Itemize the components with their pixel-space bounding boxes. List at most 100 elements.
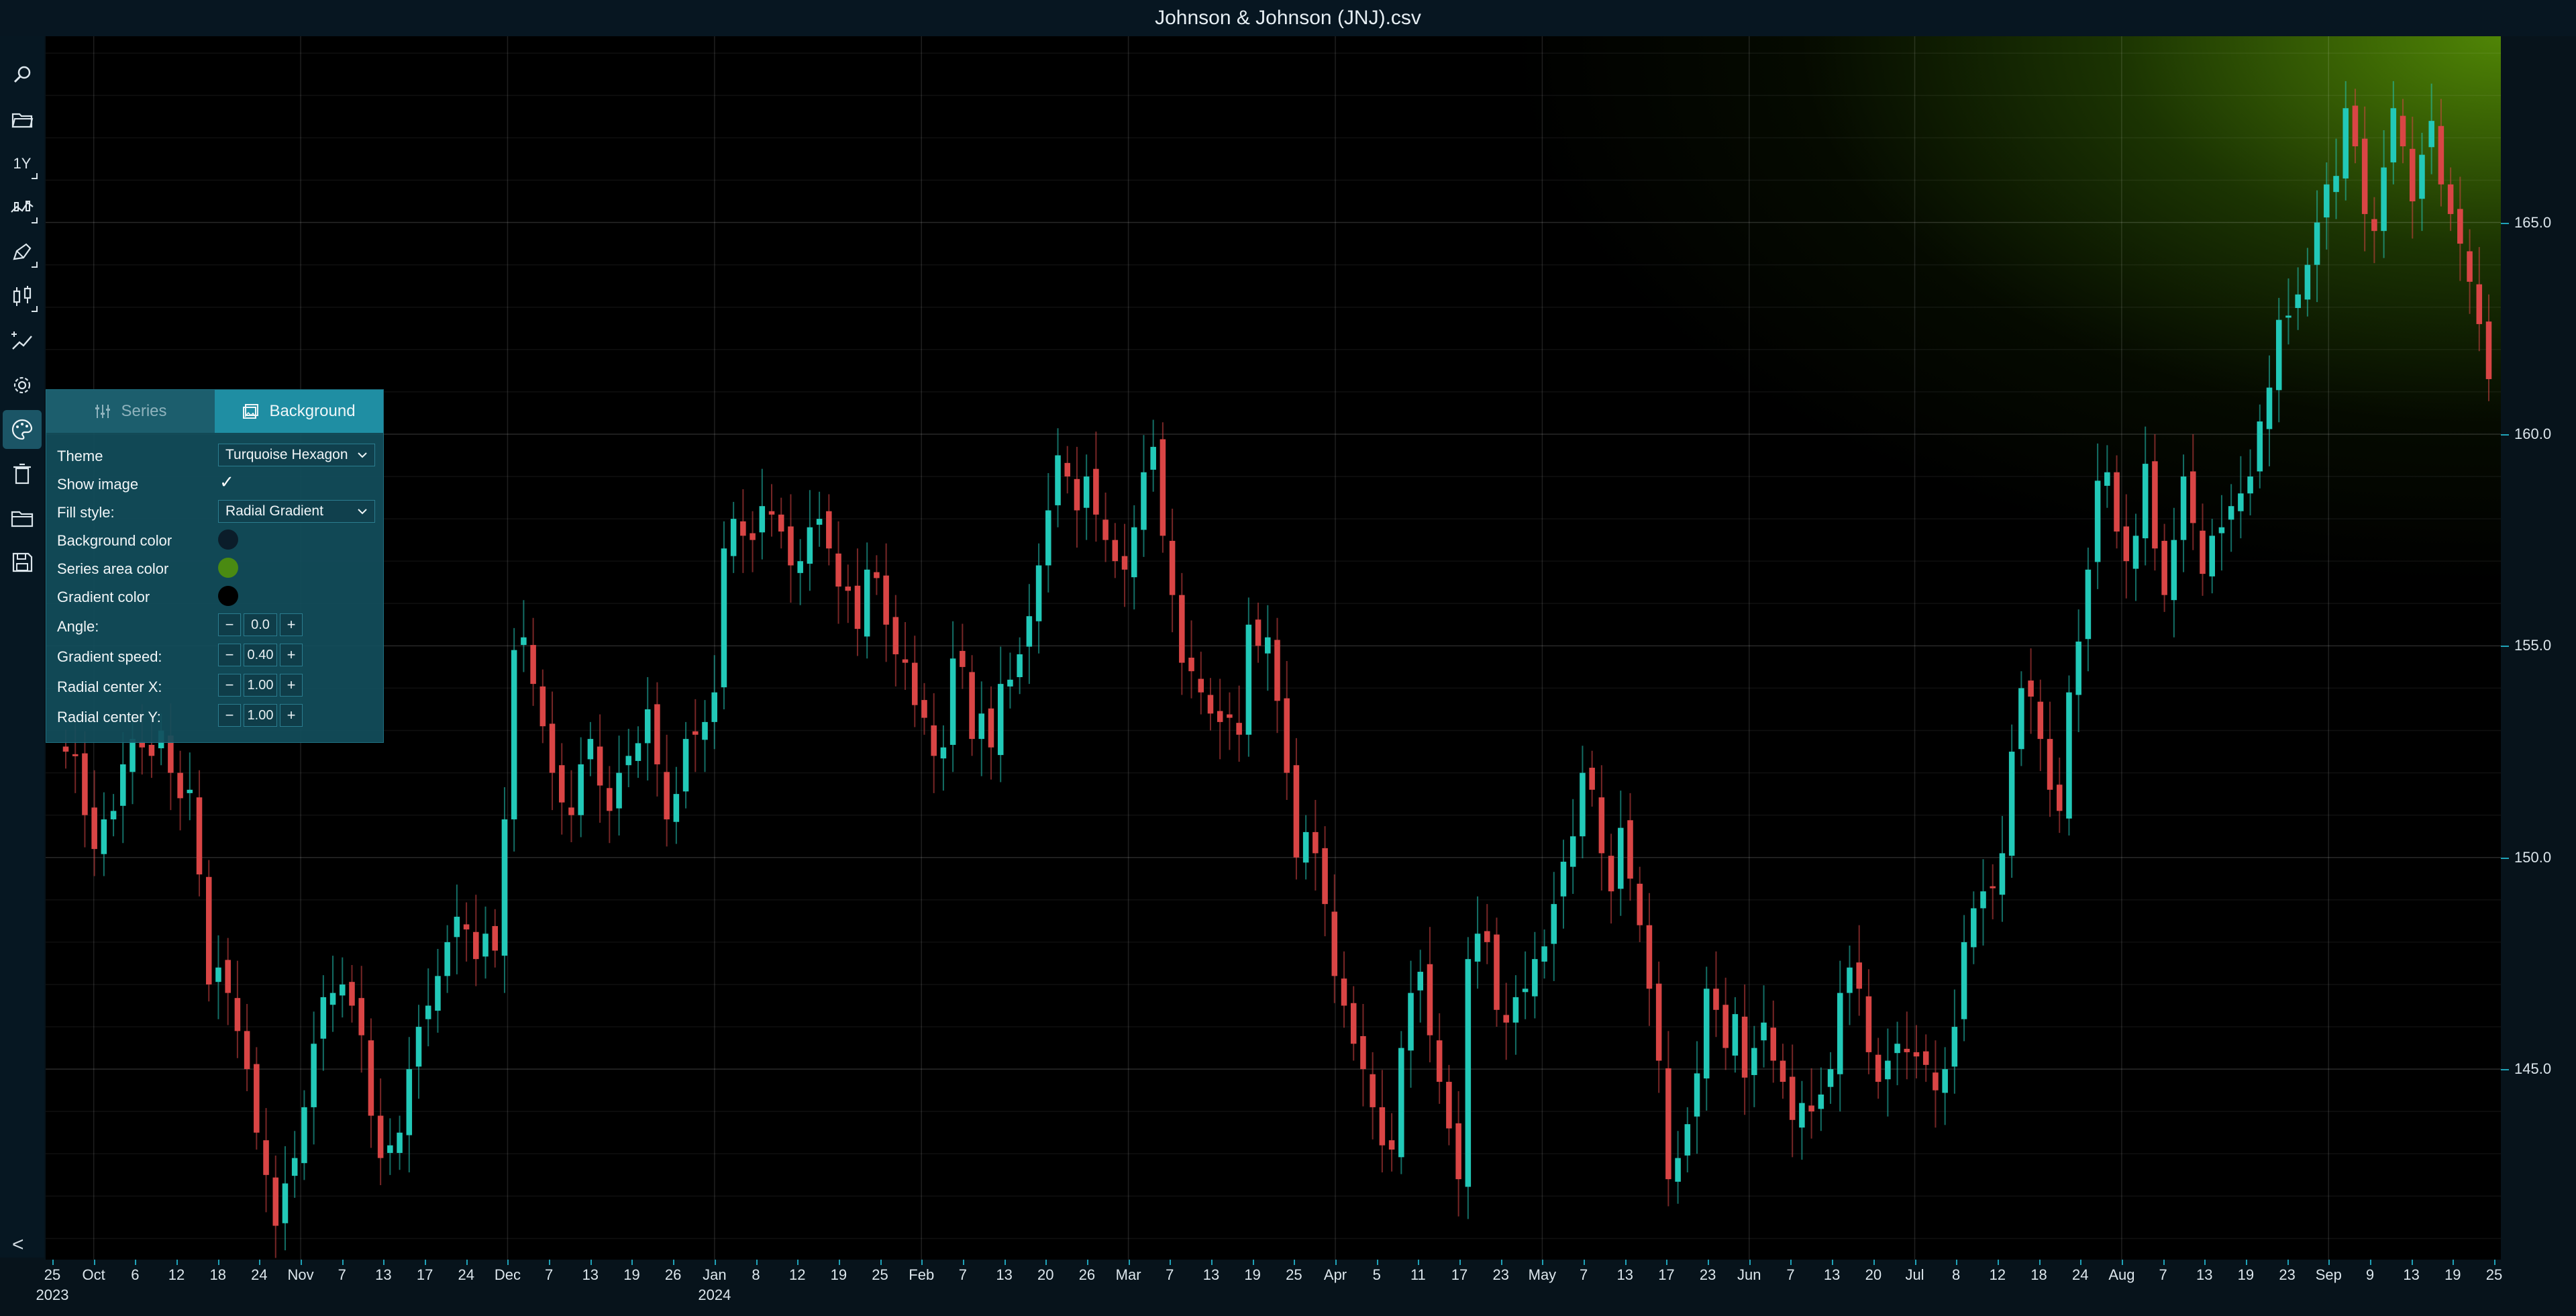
x-axis[interactable]: 25 Oct 6 12 18 24 Nov 7 13 17 24 Dec 7 13 19 26 Jan 8 12 19… — [0, 1260, 2576, 1316]
load-button[interactable] — [3, 499, 42, 538]
candle-up — [797, 561, 803, 573]
x-tick-label: 25 — [44, 1266, 61, 1283]
candle-down — [358, 998, 364, 1035]
candle-up — [1417, 972, 1424, 991]
candle-down — [1713, 989, 1719, 1010]
timeframe-button[interactable]: 1Y — [3, 144, 42, 183]
y-axis[interactable]: 165.0 160.0 155.0 150.0 145.0 — [2500, 36, 2576, 1260]
fill-style-dropdown[interactable]: Radial Gradient — [218, 500, 375, 523]
x-tick-mark — [2453, 1260, 2455, 1265]
background-color-swatch[interactable] — [218, 529, 238, 550]
gradient-color-swatch[interactable] — [218, 586, 238, 606]
open-file-button[interactable] — [3, 100, 42, 139]
angle-value[interactable]: 0.0 — [244, 613, 277, 636]
angle-increment[interactable]: + — [280, 613, 303, 636]
theme-dropdown[interactable]: Turquoise Hexagon — [218, 444, 375, 466]
candle-up — [2075, 642, 2081, 695]
x-tick-mark — [1252, 1260, 1254, 1265]
x-tick-label: Dec — [494, 1266, 521, 1283]
candle-up — [1522, 989, 1529, 993]
x-tick-mark — [2245, 1260, 2247, 1265]
candle-up — [2104, 472, 2110, 486]
candle-up — [2257, 421, 2263, 472]
gradient-speed-increment[interactable]: + — [280, 644, 303, 666]
candle-down — [463, 924, 470, 929]
left-toolbar: 1Y — [0, 36, 44, 1258]
radial-center-y-stepper[interactable]: − 1.00 + — [218, 704, 303, 727]
x-tick-label: 19 — [1244, 1266, 1261, 1283]
candle-down — [2200, 530, 2206, 574]
settings-button[interactable] — [3, 366, 42, 405]
x-tick-mark — [1749, 1260, 1751, 1265]
candle-up — [1141, 472, 1147, 530]
candle-up — [1961, 942, 1967, 1019]
gradient-speed-decrement[interactable]: − — [218, 644, 241, 666]
chart-area[interactable] — [46, 36, 2503, 1262]
candle-up — [1465, 959, 1472, 1187]
candle-up — [215, 967, 221, 982]
x-tick-label: Apr — [1323, 1266, 1347, 1283]
candle-down — [607, 788, 613, 811]
x-tick-mark — [2080, 1260, 2082, 1265]
radial-center-y-increment[interactable]: + — [280, 704, 303, 727]
save-button[interactable] — [3, 543, 42, 582]
candle-up — [482, 933, 488, 957]
x-tick-label: Jan — [703, 1266, 727, 1283]
radial-center-x-increment[interactable]: + — [280, 674, 303, 697]
candle-up — [282, 1183, 289, 1223]
x-tick-mark — [1708, 1260, 1710, 1265]
candle-down — [854, 585, 861, 629]
candle-up — [406, 1069, 413, 1135]
radial-center-x-stepper[interactable]: − 1.00 + — [218, 674, 303, 697]
candle-down — [2410, 148, 2416, 202]
tab-series-label: Series — [121, 402, 167, 420]
x-tick-mark — [135, 1260, 137, 1265]
candle-style-button[interactable] — [3, 277, 42, 316]
candle-up — [2008, 752, 2015, 856]
tab-background[interactable]: Background — [215, 390, 383, 433]
candle-down — [768, 511, 775, 515]
add-indicator-button[interactable] — [3, 321, 42, 360]
x-tick-label: 19 — [2444, 1266, 2461, 1283]
candle-up — [1894, 1044, 1900, 1054]
y-tick-label: 165.0 — [2500, 213, 2552, 231]
candle-up — [415, 1027, 422, 1067]
candle-up — [1827, 1069, 1834, 1087]
candle-down — [1436, 1040, 1443, 1082]
theme-button[interactable] — [3, 410, 42, 449]
x-tick-label: 25 — [1286, 1266, 1302, 1283]
candle-up — [1551, 904, 1557, 944]
series-type-button[interactable] — [3, 189, 42, 227]
radial-center-y-decrement[interactable]: − — [218, 704, 241, 727]
angle-decrement[interactable]: − — [218, 613, 241, 636]
show-image-checkbox[interactable]: ✓ — [218, 472, 236, 492]
gradient-speed-stepper[interactable]: − 0.40 + — [218, 644, 303, 666]
x-tick-mark — [1418, 1260, 1420, 1265]
delete-icon — [13, 463, 31, 485]
candlestick-chart[interactable] — [46, 36, 2501, 1260]
series-area-color-swatch[interactable] — [218, 558, 238, 578]
palette-icon — [11, 419, 33, 440]
draw-tools-button[interactable] — [3, 233, 42, 272]
radial-center-x-decrement[interactable]: − — [218, 674, 241, 697]
clear-button[interactable] — [3, 454, 42, 493]
candle-up — [2094, 480, 2101, 562]
candle-down — [1598, 797, 1605, 854]
search-button[interactable] — [3, 56, 42, 95]
candle-down — [272, 1177, 279, 1226]
collapse-toolbar-button[interactable]: < — [12, 1233, 24, 1256]
candle-down — [1284, 698, 1290, 773]
candle-down — [2361, 138, 2368, 214]
angle-label: Angle: — [57, 618, 99, 635]
gradient-speed-value[interactable]: 0.40 — [244, 644, 277, 666]
x-tick-label: 7 — [1166, 1266, 1174, 1283]
x-tick-mark — [1542, 1260, 1544, 1265]
angle-stepper[interactable]: − 0.0 + — [218, 613, 303, 636]
tab-series[interactable]: Series — [46, 390, 215, 433]
radial-center-y-value[interactable]: 1.00 — [244, 704, 277, 727]
x-tick-mark — [962, 1260, 964, 1265]
x-tick-label: 13 — [996, 1266, 1013, 1283]
candle-down — [1875, 1054, 1882, 1082]
candle-up — [2238, 493, 2244, 511]
radial-center-x-value[interactable]: 1.00 — [244, 674, 277, 697]
